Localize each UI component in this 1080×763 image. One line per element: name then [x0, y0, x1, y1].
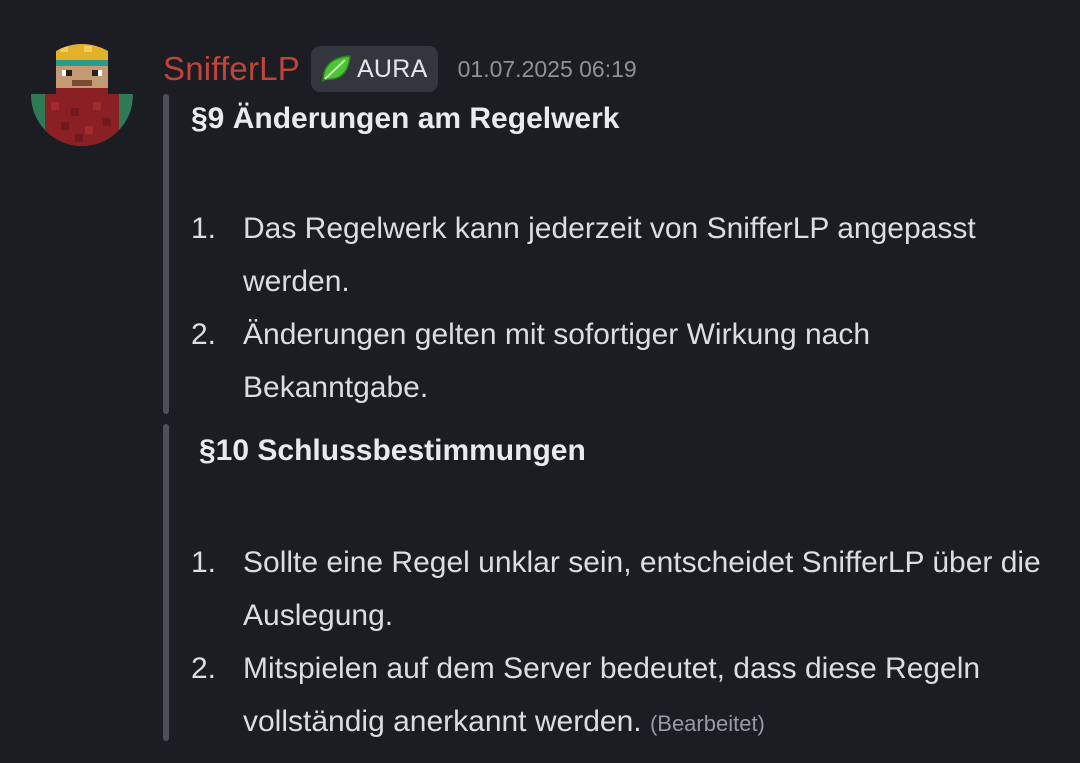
list-number: 2.	[191, 318, 217, 351]
section-heading: §9 Änderungen am Regelwerk	[191, 102, 620, 135]
list-item-text: Mitspielen auf dem Server bedeutet, dass…	[243, 652, 981, 738]
list-item: 1. Sollte eine Regel unklar sein, entsch…	[191, 536, 1051, 642]
list-number: 1.	[191, 212, 217, 245]
leaf-icon	[322, 55, 351, 83]
rules-list: 1. Sollte eine Regel unklar sein, entsch…	[191, 536, 1051, 750]
list-item-text: Sollte eine Regel unklar sein, entscheid…	[243, 546, 1041, 632]
role-tag[interactable]: AURA	[310, 46, 438, 92]
list-item-text: Das Regelwerk kann jederzeit von Sniffer…	[243, 212, 976, 298]
avatar-image	[31, 44, 133, 146]
list-number: 2.	[191, 652, 217, 685]
section-heading: §10 Schlussbestimmungen	[199, 434, 586, 467]
quote-bar	[163, 424, 169, 741]
message-timestamp[interactable]: 01.07.2025 06:19	[458, 56, 637, 83]
author-avatar[interactable]	[31, 44, 133, 146]
quote-bar	[163, 94, 169, 414]
list-item: 1. Das Regelwerk kann jederzeit von Snif…	[191, 202, 1051, 308]
message-header: SnifferLP AURA 01.07.2025 06:19	[163, 46, 637, 92]
edited-label: (Bearbeitet)	[649, 711, 765, 736]
list-number: 1.	[191, 546, 217, 579]
author-username[interactable]: SnifferLP	[163, 50, 300, 88]
list-item: 2. Änderungen gelten mit sofortiger Wirk…	[191, 308, 1051, 414]
blockquote-section-10: §10 Schlussbestimmungen 1. Sollte eine R…	[163, 424, 1043, 741]
role-label: AURA	[356, 54, 428, 83]
list-item-text: Änderungen gelten mit sofortiger Wirkung…	[243, 318, 871, 404]
blockquote-section-9: §9 Änderungen am Regelwerk 1. Das Regelw…	[163, 94, 1043, 414]
list-item: 2. Mitspielen auf dem Server bedeutet, d…	[191, 642, 1051, 750]
rules-list: 1. Das Regelwerk kann jederzeit von Snif…	[191, 202, 1051, 414]
